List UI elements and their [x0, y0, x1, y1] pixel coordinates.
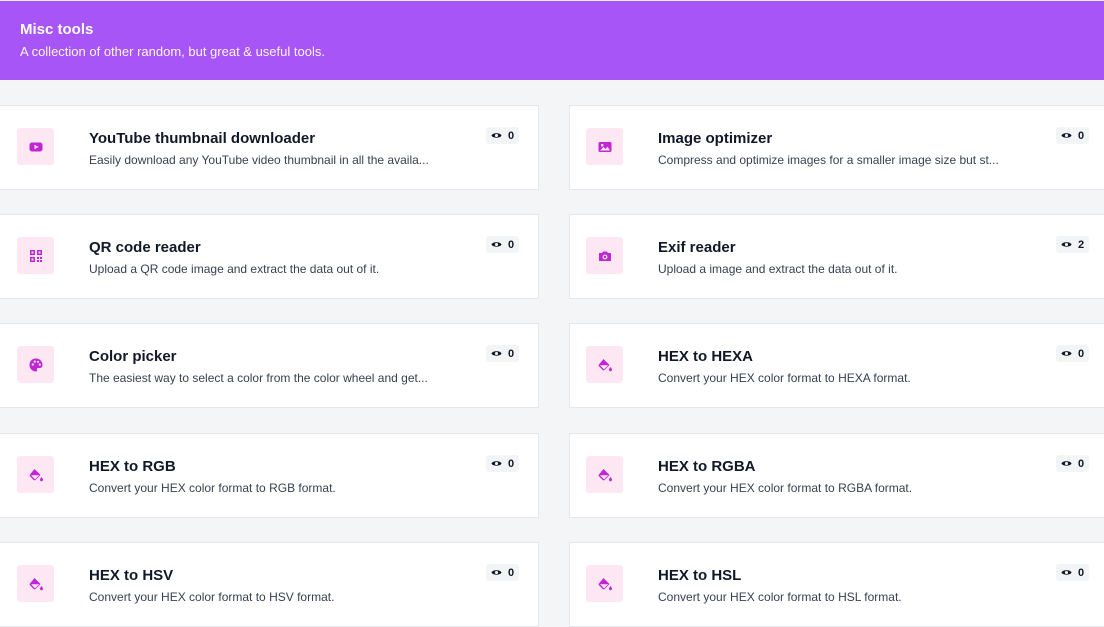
views-count: 0: [508, 129, 515, 142]
camera-icon: [586, 237, 623, 274]
palette-icon: [17, 346, 54, 383]
views-count: 0: [508, 238, 515, 251]
youtube-icon: [17, 128, 54, 165]
tool-card-color-picker[interactable]: Color picker The easiest way to select a…: [0, 323, 539, 408]
tool-title: QR code reader: [89, 239, 201, 256]
paint-bucket-icon: [17, 456, 54, 493]
tool-description: Convert your HEX color format to HEXA fo…: [658, 371, 911, 385]
eye-icon: [1061, 570, 1072, 575]
tool-title: Image optimizer: [658, 130, 773, 147]
tool-card-youtube-thumbnail-downloader[interactable]: YouTube thumbnail downloader Easily down…: [0, 105, 539, 190]
views-count: 0: [1078, 457, 1085, 470]
tool-title: Exif reader: [658, 239, 736, 256]
image-icon: [586, 128, 623, 165]
tool-card-qr-code-reader[interactable]: QR code reader Upload a QR code image an…: [0, 214, 539, 299]
qr-code-icon: [17, 237, 54, 274]
views-badge: 2: [1056, 236, 1090, 253]
views-count: 0: [508, 347, 515, 360]
tool-title: HEX to RGBA: [658, 458, 756, 475]
eye-icon: [491, 351, 502, 356]
tool-description: The easiest way to select a color from t…: [89, 371, 428, 385]
tool-card-hex-to-hsv[interactable]: HEX to HSV Convert your HEX color format…: [0, 542, 539, 627]
views-badge: 0: [1056, 455, 1090, 472]
eye-icon: [1061, 242, 1072, 247]
tool-description: Upload a image and extract the data out …: [658, 262, 898, 276]
tool-description: Convert your HEX color format to HSL for…: [658, 590, 902, 604]
tool-title: HEX to HSV: [89, 567, 174, 584]
tool-title: HEX to HEXA: [658, 348, 754, 365]
tool-title: YouTube thumbnail downloader: [89, 130, 316, 147]
eye-icon: [1061, 351, 1072, 356]
views-count: 2: [1078, 238, 1085, 251]
eye-icon: [491, 242, 502, 247]
tool-description: Convert your HEX color format to RGBA fo…: [658, 481, 913, 495]
views-badge: 0: [486, 236, 520, 253]
tool-card-hex-to-rgba[interactable]: HEX to RGBA Convert your HEX color forma…: [569, 433, 1104, 518]
paint-bucket-icon: [17, 565, 54, 602]
eye-icon: [1061, 133, 1072, 138]
tool-description: Convert your HEX color format to HSV for…: [89, 590, 335, 604]
views-badge: 0: [1056, 345, 1090, 362]
views-badge: 0: [1056, 564, 1090, 581]
tool-description: Upload a QR code image and extract the d…: [89, 262, 380, 276]
paint-bucket-icon: [586, 456, 623, 493]
paint-bucket-icon: [586, 346, 623, 383]
views-count: 0: [508, 457, 515, 470]
tool-description: Convert your HEX color format to RGB for…: [89, 481, 336, 495]
views-badge: 0: [486, 564, 520, 581]
tool-description: Compress and optimize images for a small…: [658, 153, 999, 167]
eye-icon: [491, 570, 502, 575]
views-badge: 0: [486, 455, 520, 472]
page-header: Misc tools A collection of other random,…: [0, 1, 1104, 80]
eye-icon: [1061, 461, 1072, 466]
tool-card-hex-to-hexa[interactable]: HEX to HEXA Convert your HEX color forma…: [569, 323, 1104, 408]
views-badge: 0: [1056, 127, 1090, 144]
views-badge: 0: [486, 345, 520, 362]
tool-card-exif-reader[interactable]: Exif reader Upload a image and extract t…: [569, 214, 1104, 299]
views-badge: 0: [486, 127, 520, 144]
tool-title: HEX to HSL: [658, 567, 742, 584]
tool-card-image-optimizer[interactable]: Image optimizer Compress and optimize im…: [569, 105, 1104, 190]
tool-card-hex-to-hsl[interactable]: HEX to HSL Convert your HEX color format…: [569, 542, 1104, 627]
tool-description: Easily download any YouTube video thumbn…: [89, 153, 429, 167]
tool-card-hex-to-rgb[interactable]: HEX to RGB Convert your HEX color format…: [0, 433, 539, 518]
eye-icon: [491, 461, 502, 466]
paint-bucket-icon: [586, 565, 623, 602]
tool-title: Color picker: [89, 348, 177, 365]
views-count: 0: [508, 566, 515, 579]
eye-icon: [491, 133, 502, 138]
views-count: 0: [1078, 129, 1085, 142]
views-count: 0: [1078, 566, 1085, 579]
views-count: 0: [1078, 347, 1085, 360]
page-subtitle: A collection of other random, but great …: [20, 44, 325, 59]
tool-title: HEX to RGB: [89, 458, 176, 475]
page-title: Misc tools: [20, 21, 94, 38]
